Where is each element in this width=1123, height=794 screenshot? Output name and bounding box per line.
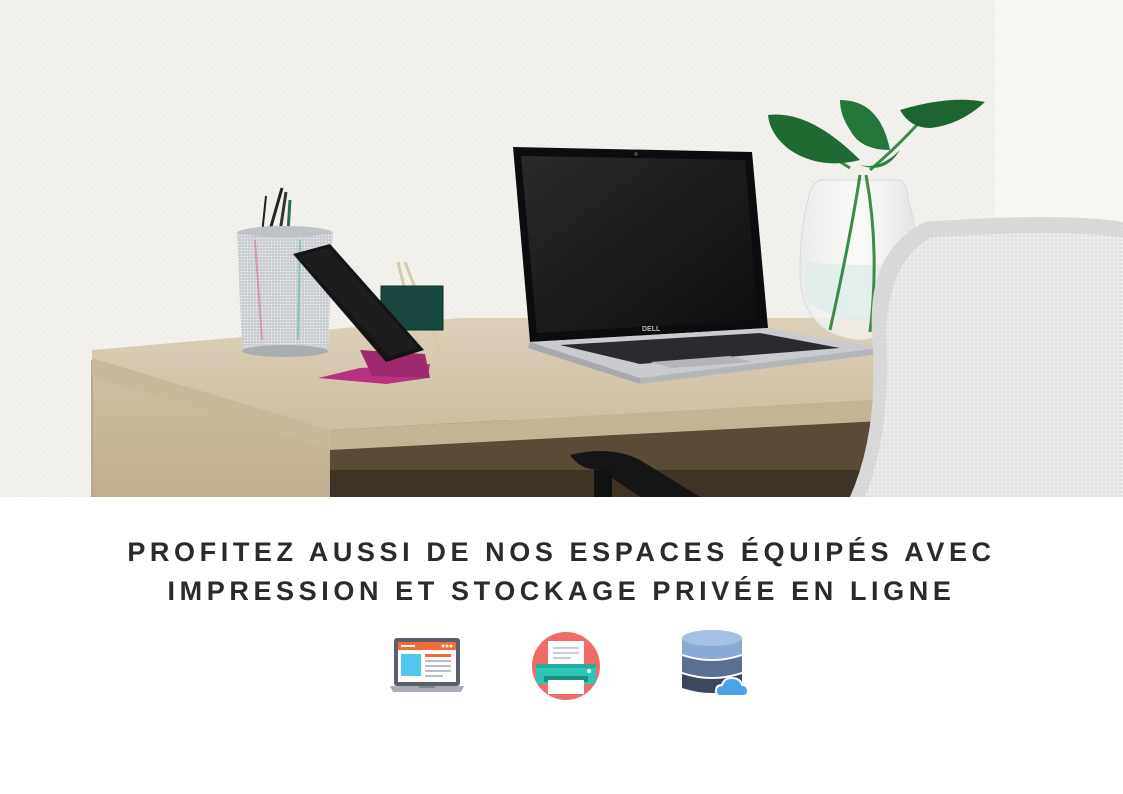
- feature-icons: [0, 628, 1123, 704]
- headline-line-2: IMPRESSION ET STOCKAGE PRIVÉE EN LIGNE: [167, 576, 956, 606]
- page: DELL PROFITEZ AUSSI DE NOS ESPACES ÉQUIP…: [0, 0, 1123, 794]
- hero-photo: DELL: [0, 0, 1123, 497]
- cloud-database-icon: [676, 628, 756, 704]
- laptop-icon: [389, 628, 469, 704]
- printer-icon: [528, 628, 608, 704]
- headline: PROFITEZ AUSSI DE NOS ESPACES ÉQUIPÉS AV…: [0, 533, 1123, 611]
- headline-line-1: PROFITEZ AUSSI DE NOS ESPACES ÉQUIPÉS AV…: [127, 537, 996, 567]
- laptop-brand: DELL: [642, 326, 661, 333]
